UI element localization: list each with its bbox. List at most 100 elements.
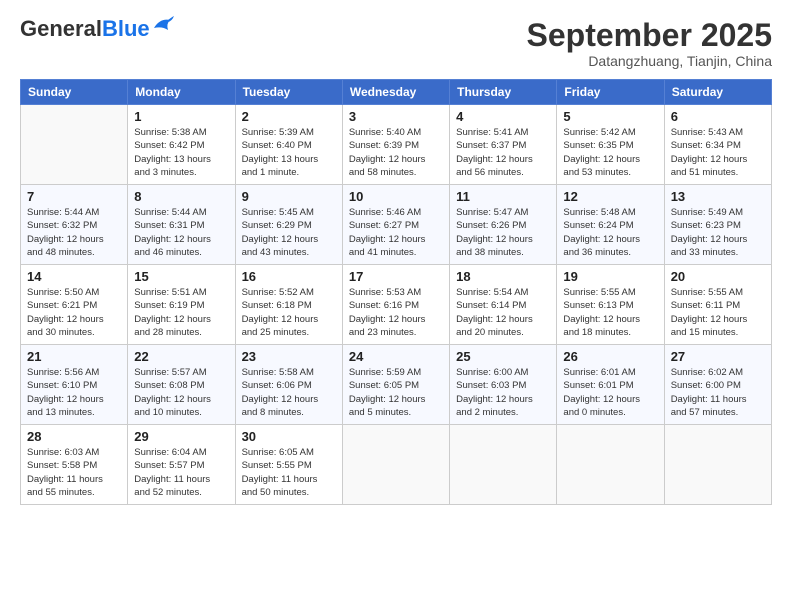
empty-cell	[342, 425, 449, 505]
day-number: 9	[242, 189, 336, 204]
day-number: 1	[134, 109, 228, 124]
day-info: Sunrise: 5:39 AMSunset: 6:40 PMDaylight:…	[242, 126, 336, 179]
day-cell-21: 21 Sunrise: 5:56 AMSunset: 6:10 PMDayligh…	[21, 345, 128, 425]
day-number: 13	[671, 189, 765, 204]
day-cell-9: 9 Sunrise: 5:45 AMSunset: 6:29 PMDaylight…	[235, 185, 342, 265]
day-cell-27: 27Sunrise: 6:02 AMSunset: 6:00 PMDayligh…	[664, 345, 771, 425]
weekday-header-wednesday: Wednesday	[342, 80, 449, 105]
day-cell-23: 23 Sunrise: 5:58 AMSunset: 6:06 PMDayligh…	[235, 345, 342, 425]
weekday-header-sunday: Sunday	[21, 80, 128, 105]
day-number: 27	[671, 349, 765, 364]
day-cell-8: 8Sunrise: 5:44 AMSunset: 6:31 PMDaylight…	[128, 185, 235, 265]
day-cell-6: 6 Sunrise: 5:43 AMSunset: 6:34 PMDaylight…	[664, 105, 771, 185]
day-cell-14: 14 Sunrise: 5:50 AMSunset: 6:21 PMDayligh…	[21, 265, 128, 345]
day-info: Sunrise: 6:03 AMSunset: 5:58 PMDaylight:…	[27, 446, 121, 499]
day-info: Sunrise: 5:45 AMSunset: 6:29 PMDaylight:…	[242, 206, 336, 259]
header: GeneralBlue September 2025 Datangzhuang,…	[20, 18, 772, 69]
week-row-1: 1 Sunrise: 5:38 AMSunset: 6:42 PMDaylight…	[21, 105, 772, 185]
page: GeneralBlue September 2025 Datangzhuang,…	[0, 0, 792, 612]
weekday-header-row: SundayMondayTuesdayWednesdayThursdayFrid…	[21, 80, 772, 105]
empty-cell	[21, 105, 128, 185]
empty-cell	[450, 425, 557, 505]
day-number: 14	[27, 269, 121, 284]
day-info: Sunrise: 5:41 AMSunset: 6:37 PMDaylight:…	[456, 126, 550, 179]
day-number: 15	[134, 269, 228, 284]
day-cell-16: 16 Sunrise: 5:52 AMSunset: 6:18 PMDayligh…	[235, 265, 342, 345]
logo-blue: Blue	[102, 16, 150, 41]
day-info: Sunrise: 5:58 AMSunset: 6:06 PMDaylight:…	[242, 366, 336, 419]
day-number: 10	[349, 189, 443, 204]
day-number: 2	[242, 109, 336, 124]
day-info: Sunrise: 5:44 AMSunset: 6:32 PMDaylight:…	[27, 206, 121, 259]
day-info: Sunrise: 5:47 AMSunset: 6:26 PMDaylight:…	[456, 206, 550, 259]
day-cell-7: 7 Sunrise: 5:44 AMSunset: 6:32 PMDaylight…	[21, 185, 128, 265]
weekday-header-tuesday: Tuesday	[235, 80, 342, 105]
day-cell-17: 17 Sunrise: 5:53 AMSunset: 6:16 PMDayligh…	[342, 265, 449, 345]
day-info: Sunrise: 5:54 AMSunset: 6:14 PMDaylight:…	[456, 286, 550, 339]
day-cell-11: 11Sunrise: 5:47 AMSunset: 6:26 PMDayligh…	[450, 185, 557, 265]
day-info: Sunrise: 5:43 AMSunset: 6:34 PMDaylight:…	[671, 126, 765, 179]
day-number: 4	[456, 109, 550, 124]
day-cell-22: 22Sunrise: 5:57 AMSunset: 6:08 PMDayligh…	[128, 345, 235, 425]
day-cell-30: 30 Sunrise: 6:05 AMSunset: 5:55 PMDayligh…	[235, 425, 342, 505]
day-number: 6	[671, 109, 765, 124]
location-subtitle: Datangzhuang, Tianjin, China	[527, 53, 772, 69]
day-number: 16	[242, 269, 336, 284]
day-info: Sunrise: 5:51 AMSunset: 6:19 PMDaylight:…	[134, 286, 228, 339]
title-block: September 2025 Datangzhuang, Tianjin, Ch…	[527, 18, 772, 69]
day-info: Sunrise: 5:56 AMSunset: 6:10 PMDaylight:…	[27, 366, 121, 419]
day-cell-20: 20Sunrise: 5:55 AMSunset: 6:11 PMDayligh…	[664, 265, 771, 345]
day-info: Sunrise: 5:55 AMSunset: 6:11 PMDaylight:…	[671, 286, 765, 339]
day-info: Sunrise: 5:53 AMSunset: 6:16 PMDaylight:…	[349, 286, 443, 339]
week-row-3: 14 Sunrise: 5:50 AMSunset: 6:21 PMDayligh…	[21, 265, 772, 345]
logo-general: General	[20, 16, 102, 41]
day-cell-5: 5 Sunrise: 5:42 AMSunset: 6:35 PMDaylight…	[557, 105, 664, 185]
day-info: Sunrise: 5:42 AMSunset: 6:35 PMDaylight:…	[563, 126, 657, 179]
calendar-table: SundayMondayTuesdayWednesdayThursdayFrid…	[20, 79, 772, 505]
day-cell-25: 25Sunrise: 6:00 AMSunset: 6:03 PMDayligh…	[450, 345, 557, 425]
day-cell-13: 13 Sunrise: 5:49 AMSunset: 6:23 PMDayligh…	[664, 185, 771, 265]
day-cell-2: 2 Sunrise: 5:39 AMSunset: 6:40 PMDaylight…	[235, 105, 342, 185]
day-info: Sunrise: 5:48 AMSunset: 6:24 PMDaylight:…	[563, 206, 657, 259]
day-cell-19: 19 Sunrise: 5:55 AMSunset: 6:13 PMDayligh…	[557, 265, 664, 345]
day-cell-4: 4 Sunrise: 5:41 AMSunset: 6:37 PMDaylight…	[450, 105, 557, 185]
day-number: 7	[27, 189, 121, 204]
day-number: 23	[242, 349, 336, 364]
day-info: Sunrise: 5:40 AMSunset: 6:39 PMDaylight:…	[349, 126, 443, 179]
day-number: 18	[456, 269, 550, 284]
day-info: Sunrise: 5:50 AMSunset: 6:21 PMDaylight:…	[27, 286, 121, 339]
empty-cell	[664, 425, 771, 505]
day-cell-3: 3Sunrise: 5:40 AMSunset: 6:39 PMDaylight…	[342, 105, 449, 185]
day-info: Sunrise: 6:01 AMSunset: 6:01 PMDaylight:…	[563, 366, 657, 419]
day-number: 25	[456, 349, 550, 364]
day-info: Sunrise: 5:52 AMSunset: 6:18 PMDaylight:…	[242, 286, 336, 339]
day-number: 24	[349, 349, 443, 364]
day-info: Sunrise: 5:59 AMSunset: 6:05 PMDaylight:…	[349, 366, 443, 419]
weekday-header-thursday: Thursday	[450, 80, 557, 105]
day-info: Sunrise: 5:49 AMSunset: 6:23 PMDaylight:…	[671, 206, 765, 259]
logo-bird-icon	[152, 16, 174, 34]
day-cell-18: 18 Sunrise: 5:54 AMSunset: 6:14 PMDayligh…	[450, 265, 557, 345]
day-number: 12	[563, 189, 657, 204]
day-number: 5	[563, 109, 657, 124]
day-cell-1: 1 Sunrise: 5:38 AMSunset: 6:42 PMDaylight…	[128, 105, 235, 185]
day-number: 30	[242, 429, 336, 444]
week-row-5: 28 Sunrise: 6:03 AMSunset: 5:58 PMDayligh…	[21, 425, 772, 505]
day-number: 19	[563, 269, 657, 284]
day-info: Sunrise: 5:38 AMSunset: 6:42 PMDaylight:…	[134, 126, 228, 179]
weekday-header-monday: Monday	[128, 80, 235, 105]
day-number: 26	[563, 349, 657, 364]
day-cell-12: 12 Sunrise: 5:48 AMSunset: 6:24 PMDayligh…	[557, 185, 664, 265]
day-info: Sunrise: 5:46 AMSunset: 6:27 PMDaylight:…	[349, 206, 443, 259]
day-number: 28	[27, 429, 121, 444]
day-number: 21	[27, 349, 121, 364]
day-number: 22	[134, 349, 228, 364]
day-number: 29	[134, 429, 228, 444]
empty-cell	[557, 425, 664, 505]
day-info: Sunrise: 6:05 AMSunset: 5:55 PMDaylight:…	[242, 446, 336, 499]
week-row-4: 21 Sunrise: 5:56 AMSunset: 6:10 PMDayligh…	[21, 345, 772, 425]
day-number: 17	[349, 269, 443, 284]
day-cell-24: 24 Sunrise: 5:59 AMSunset: 6:05 PMDayligh…	[342, 345, 449, 425]
day-info: Sunrise: 5:55 AMSunset: 6:13 PMDaylight:…	[563, 286, 657, 339]
month-title: September 2025	[527, 18, 772, 53]
